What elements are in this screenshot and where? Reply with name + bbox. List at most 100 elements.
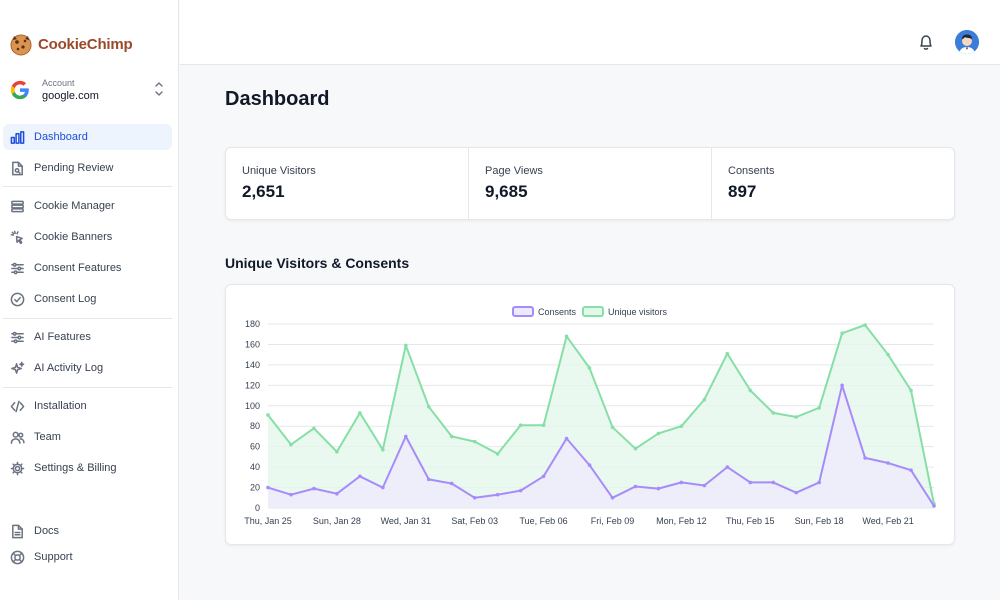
sidebar-divider	[3, 186, 172, 187]
sidebar-item-label: Installation	[34, 400, 87, 412]
visitors-consents-chart: 0 20 40 60 80 100 120 140 160 180 Thu, Jan 25 Sun, …	[244, 306, 936, 526]
data-point-consents	[863, 456, 867, 460]
stat-value: 9,685	[485, 182, 528, 201]
data-point-consents	[725, 465, 730, 469]
sidebar-item-pending-review[interactable]: Pending Review	[3, 155, 172, 181]
legend-swatch-unique-visitors[interactable]	[582, 306, 604, 317]
y-tick-label: 120	[245, 380, 260, 390]
sidebar-item-label: Cookie Banners	[34, 231, 113, 243]
legend-swatch-consents[interactable]	[512, 306, 534, 317]
data-point-consents	[587, 463, 592, 467]
stack-icon	[9, 198, 25, 214]
data-point-unique-visitors	[381, 447, 385, 452]
brand[interactable]: CookieChimp	[9, 32, 133, 56]
data-point-unique-visitors	[725, 351, 730, 356]
sidebar-item-consent-features[interactable]: Consent Features	[3, 255, 172, 281]
x-tick-label: Wed, Jan 31	[381, 516, 431, 526]
stat-page-views: Page Views 9,685	[469, 148, 712, 219]
y-tick-label: 40	[250, 462, 260, 472]
data-point-unique-visitors	[633, 446, 638, 451]
data-point-consents	[633, 484, 638, 489]
x-tick-label: Thu, Feb 15	[726, 516, 775, 526]
data-point-unique-visitors	[863, 323, 867, 327]
sidebar-item-consent-log[interactable]: Consent Log	[3, 286, 172, 312]
sidebar-item-label: Docs	[34, 525, 60, 537]
bar-chart-icon	[9, 129, 25, 145]
data-point-unique-visitors	[748, 388, 753, 393]
brand-name: CookieChimp	[38, 35, 133, 53]
sidebar-item-label: Consent Log	[34, 293, 97, 305]
data-point-unique-visitors	[541, 423, 546, 427]
x-tick-label: Thu, Jan 25	[244, 516, 292, 526]
y-tick-label: 60	[250, 442, 260, 452]
sidebar-item-docs[interactable]: Docs	[3, 518, 172, 544]
sparkles-icon	[9, 360, 25, 376]
legend-label-consents[interactable]: Consents	[538, 307, 577, 317]
data-point-unique-visitors	[449, 434, 454, 439]
sidebar-divider	[3, 387, 172, 388]
stat-value: 897	[728, 182, 757, 201]
data-point-consents	[403, 434, 408, 439]
data-point-unique-visitors	[794, 415, 799, 419]
legend-label-unique-visitors[interactable]: Unique visitors	[608, 307, 668, 317]
data-point-unique-visitors	[426, 405, 431, 409]
bell-icon[interactable]	[918, 33, 934, 51]
data-point-consents	[771, 480, 776, 485]
sidebar-item-label: Cookie Manager	[34, 200, 115, 212]
stat-label: Consents	[728, 165, 775, 177]
data-point-unique-visitors	[403, 343, 408, 348]
sidebar-item-settings-billing[interactable]: Settings & Billing	[3, 455, 172, 481]
user-avatar-icon	[955, 30, 979, 54]
data-point-consents	[335, 491, 339, 496]
data-point-consents	[426, 477, 431, 482]
data-point-consents	[909, 468, 913, 472]
data-point-unique-visitors	[909, 388, 913, 393]
data-point-consents	[702, 483, 707, 488]
sidebar-item-cookie-manager[interactable]: Cookie Manager	[3, 193, 172, 219]
sidebar-item-label: AI Features	[34, 331, 91, 343]
sidebar-item-ai-activity-log[interactable]: AI Activity Log	[3, 355, 172, 381]
y-tick-label: 100	[245, 401, 260, 411]
sidebar-item-label: Dashboard	[34, 131, 88, 143]
document-search-icon	[9, 160, 25, 176]
account-name: google.com	[42, 90, 99, 102]
data-point-unique-visitors	[312, 426, 316, 431]
sidebar-item-label: Settings & Billing	[34, 462, 117, 474]
data-point-consents	[748, 480, 753, 485]
y-tick-label: 160	[245, 339, 260, 349]
data-point-consents	[794, 490, 799, 495]
chart-card: 0 20 40 60 80 100 120 140 160 180 Thu, Jan 25 Sun, …	[225, 284, 955, 545]
data-point-unique-visitors	[564, 334, 569, 339]
sidebar-item-cookie-banners[interactable]: Cookie Banners	[3, 224, 172, 250]
stats-card: Unique Visitors 2,651 Page Views 9,685 C…	[225, 147, 955, 220]
data-point-unique-visitors	[610, 425, 615, 430]
x-tick-label: Sun, Feb 18	[795, 516, 844, 526]
gear-icon	[9, 460, 25, 476]
data-point-consents	[289, 492, 293, 497]
check-circle-icon	[9, 291, 25, 307]
document-icon	[9, 523, 25, 539]
sidebar-item-installation[interactable]: Installation	[3, 393, 172, 419]
data-point-unique-visitors	[587, 366, 592, 370]
cursor-click-icon	[9, 229, 25, 245]
data-point-unique-visitors	[495, 452, 500, 456]
data-point-consents	[610, 495, 615, 500]
sidebar-divider	[3, 318, 172, 319]
sidebar-item-ai-features[interactable]: AI Features	[3, 324, 172, 350]
sidebar-item-team[interactable]: Team	[3, 424, 172, 450]
account-switcher[interactable]: Account google.com	[9, 72, 169, 108]
data-point-unique-visitors	[472, 439, 477, 444]
data-point-unique-visitors	[656, 431, 661, 436]
y-tick-label: 0	[255, 503, 260, 513]
cookie-logo-icon	[10, 34, 32, 56]
data-point-unique-visitors	[358, 411, 362, 415]
data-point-consents	[472, 495, 477, 500]
sidebar-item-dashboard[interactable]: Dashboard	[3, 124, 172, 150]
chart-section-title: Unique Visitors & Consents	[225, 255, 410, 271]
sidebar-item-support[interactable]: Support	[3, 544, 172, 570]
stat-value: 2,651	[242, 182, 285, 201]
user-avatar[interactable]	[955, 30, 979, 54]
y-tick-label: 20	[250, 483, 260, 493]
data-point-unique-visitors	[817, 406, 821, 410]
data-point-consents	[541, 474, 546, 479]
